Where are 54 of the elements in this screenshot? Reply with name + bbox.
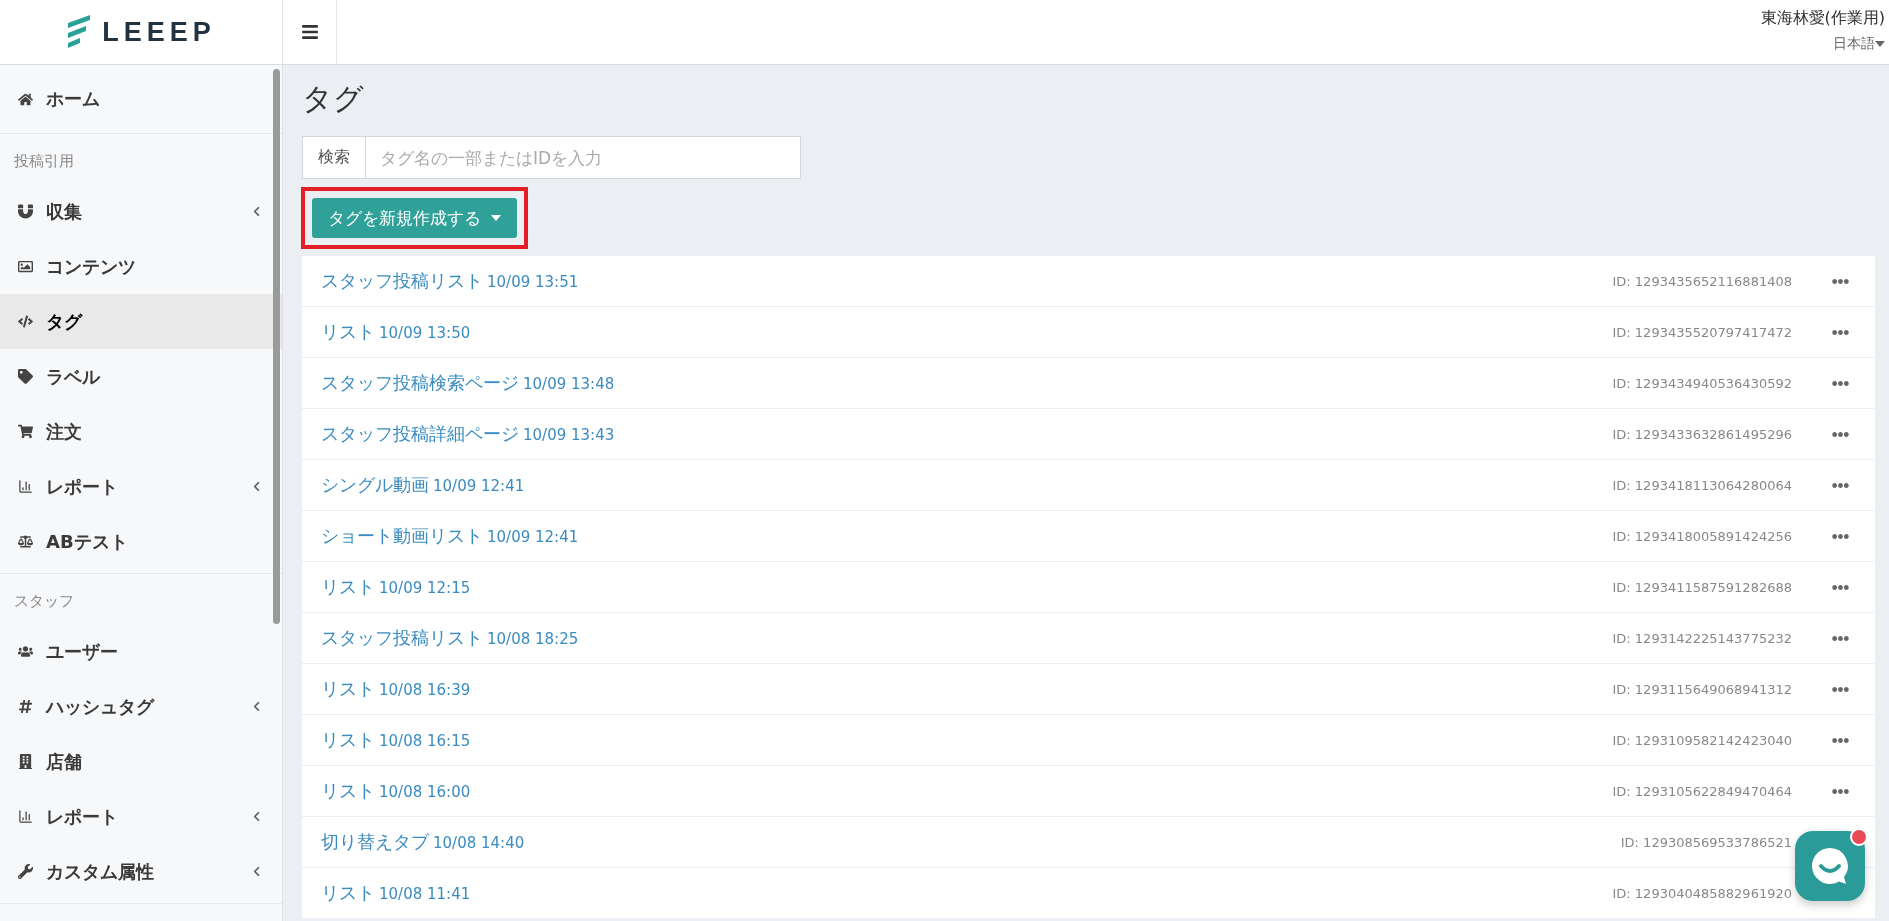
tag-id: ID: 129308569533786521: [1620, 834, 1792, 850]
tag-id: ID: 1293411587591282688: [1612, 579, 1792, 595]
tag-id: ID: 1293418005891424256: [1612, 528, 1792, 544]
search-label: 検索: [302, 136, 366, 179]
tag-id: ID: 1293109582142423040: [1612, 732, 1792, 748]
tag-id: ID: 1293435652116881408: [1612, 273, 1792, 289]
tag-link[interactable]: リスト 10/08 16:00: [321, 779, 471, 803]
logo-icon: [66, 15, 93, 49]
user-name: 東海林愛(作業用): [1760, 8, 1885, 29]
language-selector[interactable]: 日本語: [1833, 35, 1885, 53]
tag-link[interactable]: 切り替えタブ 10/08 14:40: [321, 830, 525, 854]
home-icon: [16, 91, 34, 107]
tag-id: ID: 1293105622849470464: [1612, 783, 1792, 799]
hashtag-icon: [16, 699, 34, 714]
magnet-icon: [16, 204, 34, 219]
tag-link[interactable]: リスト 10/09 12:15: [321, 575, 471, 599]
logo-text: LEEEP: [102, 16, 216, 48]
tag-id: ID: 1293433632861495296: [1612, 426, 1792, 442]
section-title: スタッフ: [13, 590, 75, 612]
caret-icon: [1875, 41, 1885, 47]
menu-icon: [300, 23, 319, 41]
tag-link[interactable]: ショート動画リスト 10/09 12:41: [321, 524, 579, 548]
sidebar-item[interactable]: タグ: [0, 294, 282, 349]
tag-link[interactable]: リスト 10/09 13:50: [321, 320, 471, 344]
cart-icon: [16, 424, 34, 439]
tag-id: ID: 1293418113064280064: [1612, 477, 1792, 493]
tag-link[interactable]: シングル動画 10/09 12:41: [321, 473, 525, 497]
scrollbar[interactable]: [273, 69, 280, 624]
tag-link[interactable]: リスト 10/08 16:15: [321, 728, 471, 752]
tag-id: ID: 1293434940536430592: [1612, 375, 1792, 391]
tag-icon: [16, 369, 34, 384]
scales-icon: [16, 534, 34, 549]
tag-id: ID: 1293435520797417472: [1612, 324, 1792, 340]
tag-link[interactable]: リスト 10/08 16:39: [321, 677, 471, 701]
bar-chart-icon: [16, 479, 34, 494]
tag-id: ID: 1293040485882961920: [1612, 885, 1792, 901]
tag-link[interactable]: スタッフ投稿リスト 10/08 18:25: [321, 626, 579, 650]
bar-chart-icon: [16, 809, 34, 824]
building-icon: [16, 754, 34, 769]
page-title: タグ: [302, 80, 365, 118]
code-icon: [16, 314, 34, 329]
search-field[interactable]: タグ名の一部またはIDを入力: [366, 136, 801, 179]
tag-id: ID: 1293142225143775232: [1612, 630, 1792, 646]
tag-link[interactable]: スタッフ投稿検索ページ 10/09 13:48: [321, 371, 615, 395]
users-icon: [16, 644, 34, 659]
section-title: 投稿引用: [13, 150, 75, 172]
tag-link[interactable]: リスト 10/08 11:41: [321, 881, 471, 905]
caret-icon: [491, 215, 501, 221]
tag-link[interactable]: スタッフ投稿リスト 10/09 13:51: [321, 269, 579, 293]
tag-id: ID: 1293115649068941312: [1612, 681, 1792, 697]
tag-link[interactable]: スタッフ投稿詳細ページ 10/09 13:43: [321, 422, 615, 446]
image-icon: [16, 259, 34, 274]
wrench-icon: [16, 864, 34, 879]
chat-button[interactable]: [1795, 831, 1865, 901]
